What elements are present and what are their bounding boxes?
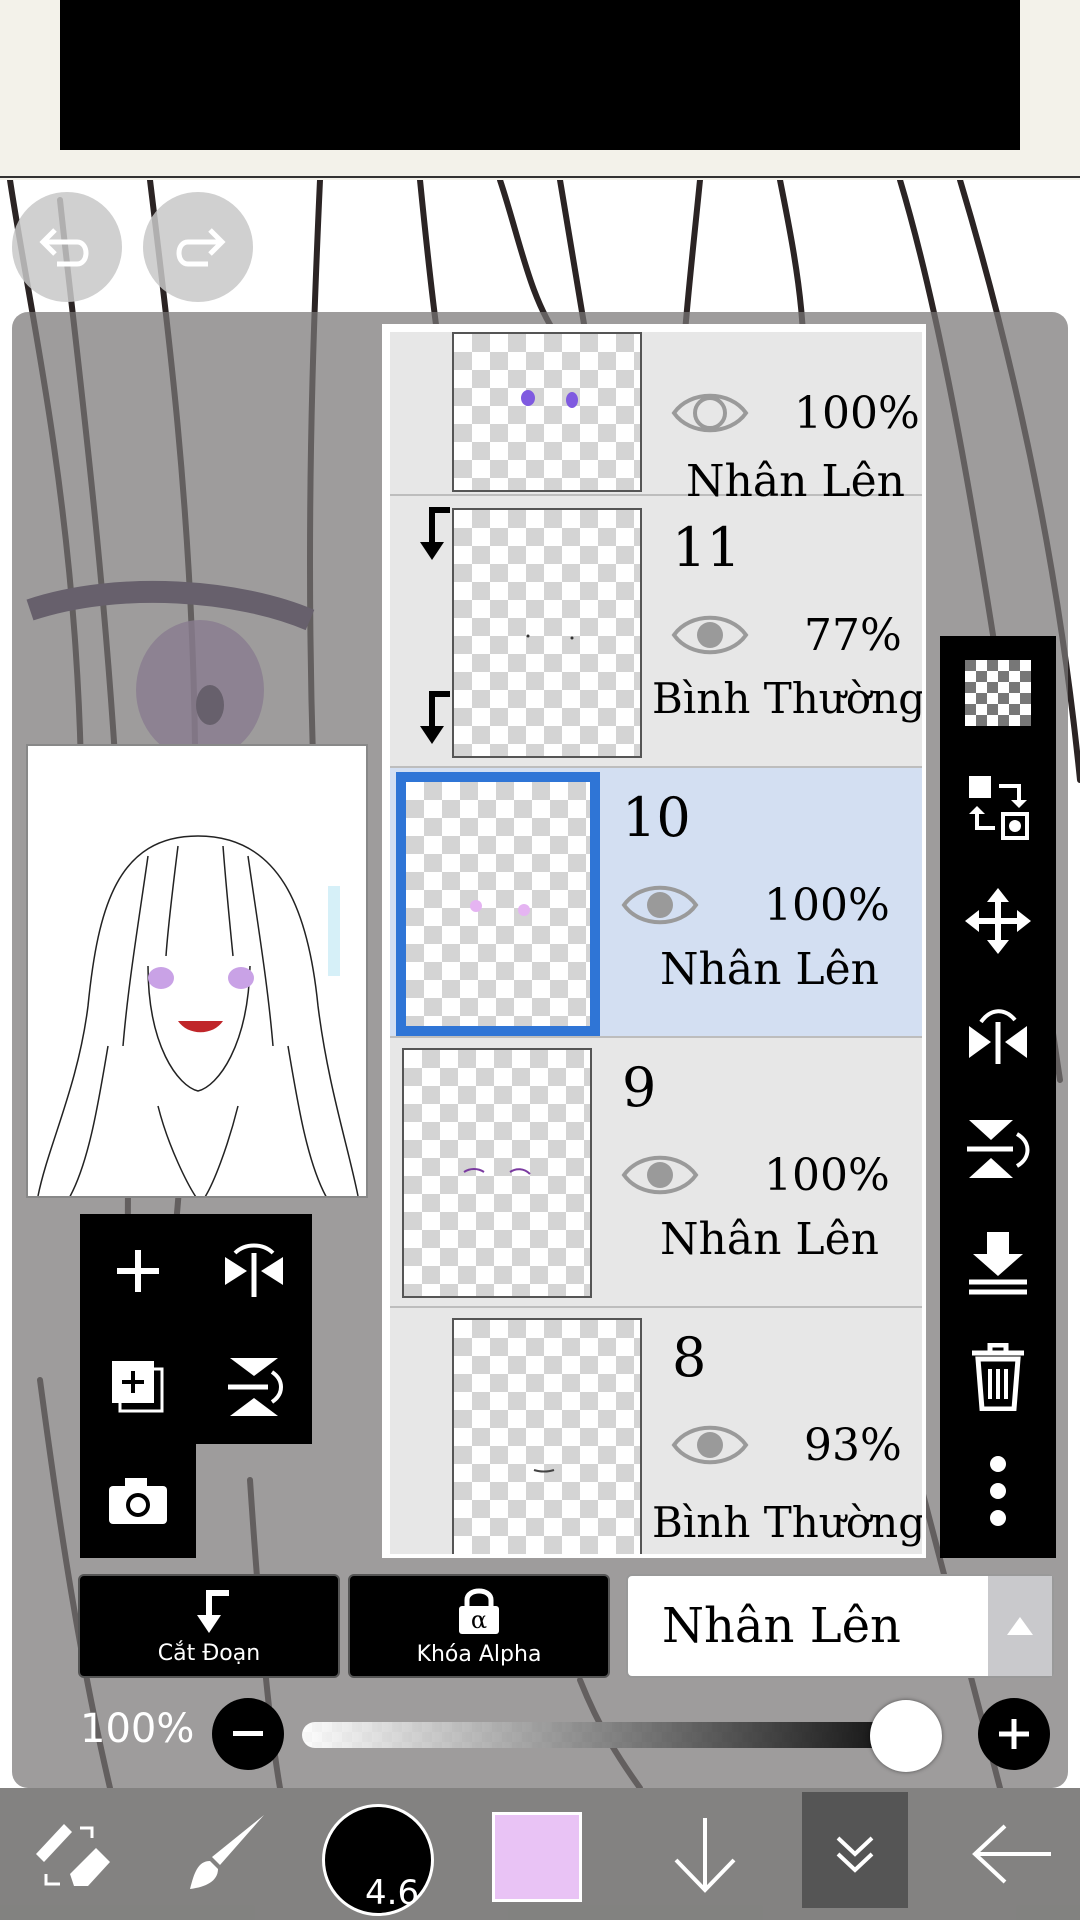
lock-icon: α [459,1588,499,1634]
visibility-eye-icon[interactable] [620,1148,700,1202]
brush-tool-button[interactable] [170,1788,280,1920]
layer-opacity: 77% [804,610,902,661]
layer-item[interactable]: 9 100% Nhân Lên [390,1038,922,1308]
flip-layer-horizontal-button[interactable] [196,1214,312,1328]
layer-transform-button[interactable] [940,750,1056,864]
layer-thumbnail [402,1048,592,1298]
clip-indicator-icon [412,690,454,750]
camera-icon [109,1478,167,1524]
add-copy-icon [112,1361,164,1413]
layer-list-scroll[interactable]: 12 100% Nhân Lên 11 77% Bình Thường [390,332,926,1554]
move-layer-button[interactable] [940,864,1056,978]
layer-item[interactable]: 12 100% Nhân Lên [390,332,922,560]
redo-button[interactable] [143,192,253,302]
more-options-button[interactable] [940,1434,1056,1548]
move-icon [965,888,1031,954]
layer-panel-toggle[interactable] [802,1792,908,1908]
layer-opacity: 100% [794,388,920,439]
layer-down-button[interactable] [650,1788,760,1920]
arrow-down-icon [674,1818,736,1893]
layer-opacity: 93% [804,1420,902,1471]
visibility-eye-icon[interactable] [670,1418,750,1472]
layer-thumbnail [452,508,642,758]
opacity-slider-track[interactable] [302,1722,942,1748]
brush-icon [190,1815,264,1889]
flip-vertical-button[interactable] [940,1092,1056,1206]
arrow-left-icon [972,1824,1051,1884]
visibility-eye-icon[interactable] [670,608,750,662]
transparency-icon [965,660,1031,726]
clipping-button[interactable]: Cắt Đoạn [78,1574,340,1678]
flip-vertical-icon [967,1120,1030,1178]
opacity-decrease-button[interactable] [212,1698,284,1770]
add-copy-layer-button[interactable] [80,1330,196,1444]
layer-add-tools [80,1214,312,1444]
blend-mode-value: Nhân Lên [662,1598,901,1654]
flip-layer-vertical-button[interactable] [196,1330,312,1444]
transparency-button[interactable] [940,636,1056,750]
layer-blend-mode: Bình Thường [652,674,926,723]
layer-item-selected[interactable]: 10 100% Nhân Lên [390,768,922,1038]
plus-icon [999,1719,1029,1749]
import-photo-button[interactable] [80,1444,196,1558]
layer-side-toolbar [940,636,1056,1558]
layer-name: 9 [622,1056,657,1119]
layer-name: 11 [672,516,741,579]
undo-button[interactable] [12,192,122,302]
back-button[interactable] [958,1788,1068,1920]
layer-item[interactable]: 8 93% Bình Thường [390,1308,926,1554]
blend-mode-dropdown-toggle[interactable] [988,1576,1052,1676]
blend-mode-select[interactable]: Nhân Lên [626,1574,1054,1678]
svg-text:α: α [471,1606,487,1634]
layer-opacity: 100% [764,880,890,931]
layer-name: 8 [672,1326,707,1389]
opacity-increase-button[interactable] [978,1698,1050,1770]
clipping-label: Cắt Đoạn [157,1640,261,1666]
layer-blend-mode: Bình Thường [652,1498,926,1547]
delete-layer-button[interactable] [940,1320,1056,1434]
camera-tool [80,1444,196,1558]
alpha-lock-button[interactable]: α Khóa Alpha [348,1574,610,1678]
layer-list[interactable]: 12 100% Nhân Lên 11 77% Bình Thường [382,324,926,1558]
visibility-eye-icon[interactable] [670,386,750,440]
flip-vertical-icon [228,1358,283,1416]
layer-transform-icon [969,776,1029,840]
opacity-slider-knob[interactable] [870,1700,942,1772]
ad-banner[interactable] [60,0,1020,150]
flip-horizontal-icon [969,1009,1027,1064]
opacity-value: 100% [80,1706,195,1752]
layer-name: 10 [622,786,691,849]
minus-icon [233,1731,263,1736]
layer-blend-mode: Nhân Lên [660,944,879,995]
merge-down-icon [969,1232,1027,1295]
plus-icon [117,1250,159,1292]
flip-horizontal-icon [225,1243,283,1297]
more-vertical-icon [990,1456,1006,1526]
layer-item[interactable]: 11 77% Bình Thường [390,498,926,768]
clipping-icon [197,1589,229,1633]
layer-thumbnail [396,772,600,1036]
visibility-eye-icon[interactable] [620,878,700,932]
redo-icon [176,228,226,267]
preview-artwork [37,835,359,1196]
canvas-preview[interactable] [26,744,368,1198]
trash-icon [972,1343,1024,1411]
layer-opacity: 100% [764,1150,890,1201]
layer-thumbnail [452,332,642,492]
top-ad-strip [0,0,1080,178]
color-picker-button[interactable] [492,1812,582,1902]
tool-switch-icon [36,1824,110,1886]
chevron-double-down-icon [836,1836,874,1873]
brush-size-value: 4.6 [365,1873,420,1913]
brush-size-button[interactable]: 4.6 [322,1804,434,1916]
merge-down-button[interactable] [940,1206,1056,1320]
alpha-lock-label: Khóa Alpha [416,1641,542,1667]
undo-icon [39,228,89,267]
tool-switch-button[interactable] [20,1788,130,1920]
layer-blend-mode: Nhân Lên [660,1214,879,1265]
chevron-up-icon [1007,1617,1033,1635]
add-layer-button[interactable] [80,1214,196,1328]
layer-thumbnail [452,1318,642,1554]
flip-horizontal-button[interactable] [940,978,1056,1092]
